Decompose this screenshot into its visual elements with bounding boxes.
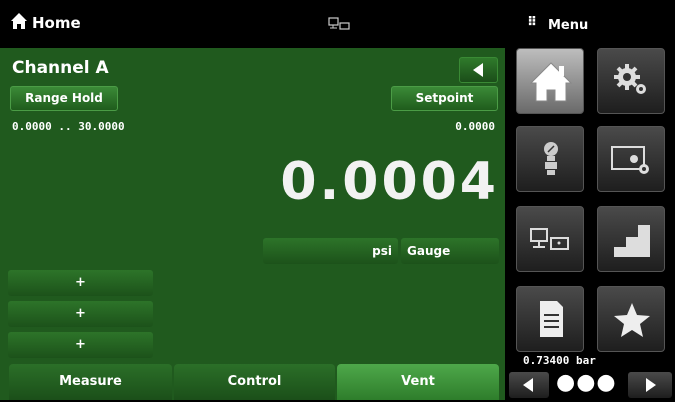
connection-icon	[328, 17, 350, 30]
channel-title: Channel A	[12, 58, 109, 78]
page-title[interactable]: Home	[32, 14, 81, 32]
pressure-sensor-icon	[544, 142, 558, 175]
home-icon	[529, 62, 573, 102]
menu-settings-button[interactable]	[597, 48, 665, 114]
menu-home-button[interactable]	[516, 48, 584, 114]
menu-next-button[interactable]	[628, 372, 672, 398]
gears-icon	[614, 64, 646, 94]
menu-document-button[interactable]	[516, 286, 584, 352]
menu-display-settings-button[interactable]	[597, 126, 665, 192]
page-indicator-dots: ●●●	[556, 370, 617, 395]
collapse-button[interactable]	[459, 57, 498, 83]
barometer-reading: 0.73400 bar	[523, 354, 596, 367]
add-button-1[interactable]: +	[8, 270, 153, 296]
tab-measure[interactable]: Measure	[9, 364, 172, 400]
menu-favorites-button[interactable]	[597, 286, 665, 352]
document-icon	[540, 301, 563, 337]
home-icon[interactable]	[10, 12, 28, 30]
tab-vent[interactable]: Vent	[337, 364, 499, 400]
setpoint-value: 0.0000	[455, 120, 495, 133]
mode-selector[interactable]: Gauge	[401, 238, 499, 264]
menu-steps-button[interactable]	[597, 206, 665, 272]
setpoint-button[interactable]: Setpoint	[391, 86, 498, 111]
range-hold-button[interactable]: Range Hold	[10, 86, 118, 111]
menu-prev-button[interactable]	[509, 372, 549, 398]
triangle-left-icon	[523, 378, 533, 392]
menu-remote-button[interactable]	[516, 206, 584, 272]
add-button-3[interactable]: +	[8, 332, 153, 358]
add-button-2[interactable]: +	[8, 301, 153, 327]
pressure-reading: 0.0004	[280, 152, 499, 212]
menu-grip-icon: ⠿	[527, 15, 537, 30]
triangle-left-icon	[473, 63, 483, 77]
menu-sensor-button[interactable]	[516, 126, 584, 192]
remote-connection-icon	[530, 228, 569, 250]
range-text: 0.0000 .. 30.0000	[12, 120, 125, 133]
menu-title: Menu	[548, 18, 589, 33]
display-settings-icon	[611, 146, 649, 174]
unit-selector[interactable]: psi	[263, 238, 398, 264]
tab-control[interactable]: Control	[174, 364, 335, 400]
steps-icon	[614, 225, 650, 257]
triangle-right-icon	[646, 378, 656, 392]
star-icon	[614, 303, 650, 337]
